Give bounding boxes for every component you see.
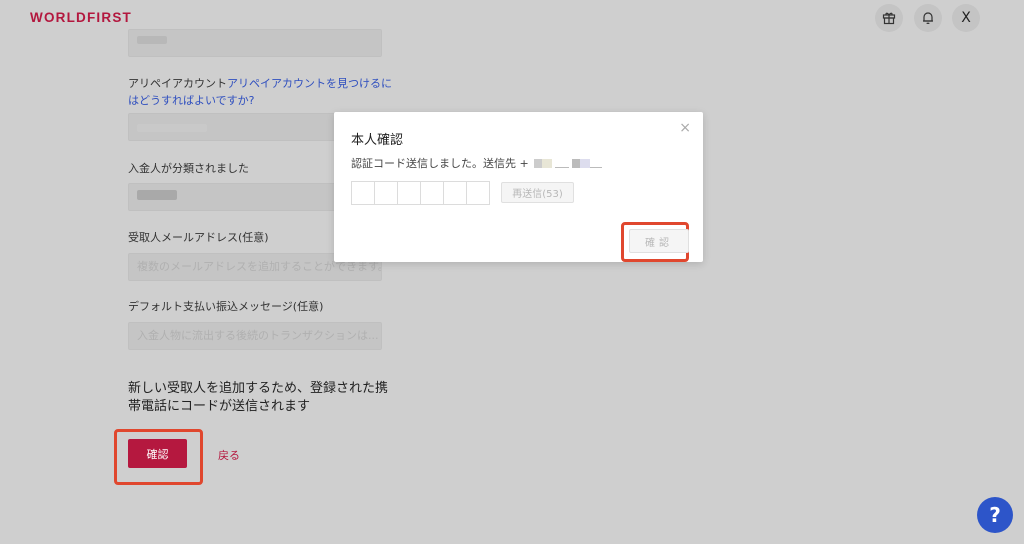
modal-confirm-button[interactable]: 確認 <box>629 229 689 253</box>
resend-button[interactable]: 再送信(53) <box>501 182 574 203</box>
name-field[interactable] <box>128 29 382 57</box>
notification-button[interactable] <box>914 4 942 32</box>
bell-icon <box>923 12 933 24</box>
message-label: デフォルト支払い振込メッセージ(任意) <box>128 300 324 313</box>
account-label: アリペイアカウントアリペイアカウントを見つけるに はどうすればよいですか? <box>128 77 392 107</box>
message-input[interactable]: 入金人物に流出する後続のトランザクションは... <box>128 322 382 350</box>
modal-title: 本人確認 <box>351 133 404 148</box>
worldfirst-logo: WORLDFIRST <box>30 10 132 25</box>
email-label: 受取人メールアドレス(任意) <box>128 231 269 244</box>
help-button[interactable]: ? <box>977 497 1013 533</box>
verification-modal: 本人確認 × 認証コード送信しました。送信先 + 再送信(53) 確認 <box>334 112 703 262</box>
code-digit-3[interactable] <box>397 181 421 205</box>
code-input-group <box>351 181 490 205</box>
gift-icon <box>882 12 896 25</box>
back-link[interactable]: 戻る <box>218 447 240 463</box>
classified-label: 入金人が分類されました <box>128 162 249 175</box>
question-icon: ? <box>989 503 1001 527</box>
code-digit-5[interactable] <box>443 181 467 205</box>
verification-note: 新しい受取人を追加するため、登録された携帯電話にコードが送信されます <box>128 381 389 414</box>
account-help-link-cont[interactable]: はどうすればよいですか? <box>128 94 255 107</box>
masked-phone <box>534 158 603 171</box>
modal-description: 認証コード送信しました。送信先 + <box>351 155 603 171</box>
code-digit-6[interactable] <box>466 181 490 205</box>
modal-close-icon[interactable]: × <box>679 120 691 136</box>
close-page-button[interactable]: X <box>952 4 980 32</box>
code-digit-1[interactable] <box>351 181 375 205</box>
code-digit-4[interactable] <box>420 181 444 205</box>
account-help-link[interactable]: アリペイアカウントを見つけるに <box>227 77 392 90</box>
gift-button[interactable] <box>875 4 903 32</box>
code-digit-2[interactable] <box>374 181 398 205</box>
close-icon: X <box>961 10 971 26</box>
confirm-button[interactable]: 確認 <box>128 439 187 468</box>
